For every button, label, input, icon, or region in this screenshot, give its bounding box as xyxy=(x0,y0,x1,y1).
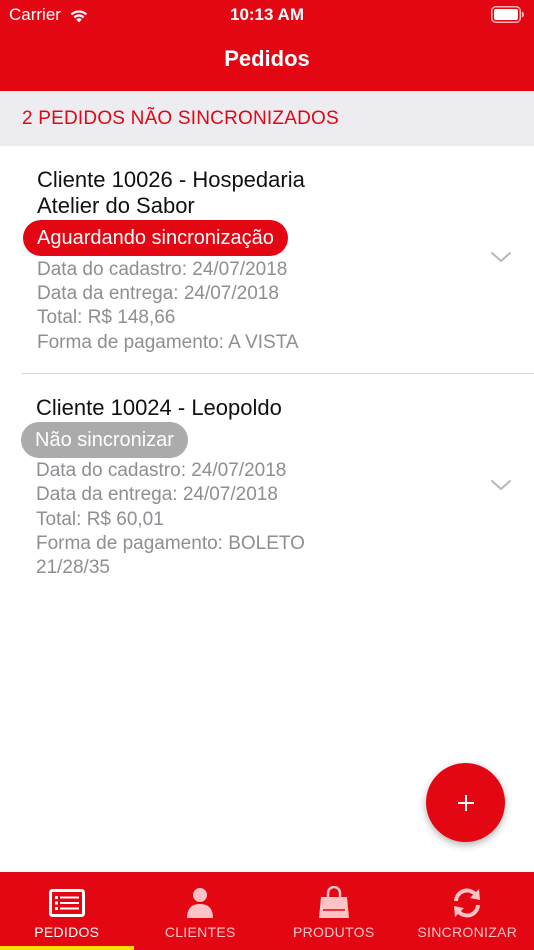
chevron-down-icon[interactable] xyxy=(490,478,512,492)
delivery-date: Data da entrega: 24/07/2018 xyxy=(36,484,278,505)
add-order-button[interactable] xyxy=(426,763,505,842)
tab-label: SINCRONIZAR xyxy=(417,924,518,940)
battery-icon xyxy=(491,6,524,23)
registration-date: Data do cadastro: 24/07/2018 xyxy=(37,259,288,280)
page-title: Pedidos xyxy=(224,46,310,71)
payment-method: Forma de pagamento: A VISTA xyxy=(37,332,299,353)
chevron-down-icon[interactable] xyxy=(490,250,512,264)
tab-produtos[interactable]: PRODUTOS xyxy=(267,872,401,950)
tab-label: PEDIDOS xyxy=(34,924,100,940)
delivery-date: Data da entrega: 24/07/2018 xyxy=(37,283,279,304)
order-total: Total: R$ 60,01 xyxy=(36,509,164,530)
client-name: Cliente 10024 - Leopoldo xyxy=(36,395,282,420)
client-name-line1: Cliente 10026 - Hospedaria xyxy=(37,167,305,192)
order-item[interactable]: Cliente 10024 - Leopoldo Não sincronizar… xyxy=(0,374,534,604)
status-bar: Carrier 10:13 AM xyxy=(0,0,534,30)
payment-method: Forma de pagamento: BOLETO xyxy=(36,533,305,554)
tab-sincronizar[interactable]: SINCRONIZAR xyxy=(401,872,534,950)
plus-icon xyxy=(457,794,474,811)
status-badge: Não sincronizar xyxy=(21,422,188,458)
tab-bar: PEDIDOS CLIENTES PRODUTOS SINCRONIZAR xyxy=(0,872,534,950)
clock: 10:13 AM xyxy=(229,5,304,24)
user-icon xyxy=(187,888,214,918)
tab-pedidos[interactable]: PEDIDOS xyxy=(0,872,134,950)
tab-label: PRODUTOS xyxy=(293,924,375,940)
unsynced-count-label: 2 PEDIDOS NÃO SINCRONIZADOS xyxy=(22,108,339,129)
order-total: Total: R$ 148,66 xyxy=(37,307,176,328)
payment-method-continued: 21/28/35 xyxy=(36,557,110,578)
registration-date: Data do cadastro: 24/07/2018 xyxy=(36,460,287,481)
unsynced-section-header: 2 PEDIDOS NÃO SINCRONIZADOS xyxy=(0,91,534,146)
app-header: Carrier 10:13 AM Pedidos xyxy=(0,0,534,91)
client-name-line2: Atelier do Sabor xyxy=(37,193,195,218)
tab-clientes[interactable]: CLIENTES xyxy=(134,872,268,950)
sync-icon xyxy=(454,888,481,918)
tab-label: CLIENTES xyxy=(164,924,236,940)
status-badge: Aguardando sincronização xyxy=(23,220,288,256)
list-icon xyxy=(48,889,85,917)
shopping-bag-icon xyxy=(318,886,349,918)
active-tab-indicator xyxy=(0,946,134,950)
order-item[interactable]: Cliente 10026 - Hospedaria Atelier do Sa… xyxy=(0,146,534,373)
